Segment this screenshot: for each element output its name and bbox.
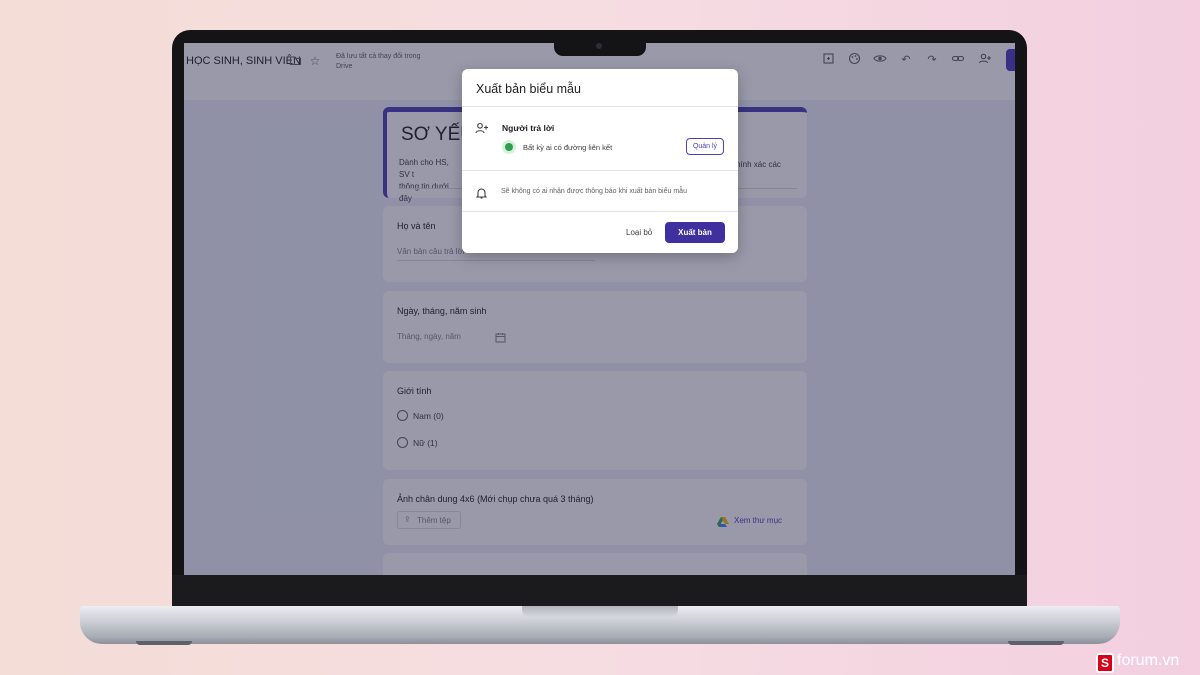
bell-icon [475, 186, 488, 204]
laptop-chin [172, 575, 1027, 608]
globe-icon [502, 140, 516, 154]
laptop-foot [1008, 641, 1064, 645]
dialog-title: Xuất bản biểu mẫu [476, 82, 581, 96]
laptop-lid-notch [522, 606, 678, 618]
publish-dialog: Xuất bản biểu mẫu Người trả lời Bất kỳ a… [462, 69, 738, 253]
divider [462, 170, 738, 171]
camera-icon [596, 43, 602, 49]
notify-text: Sẽ không có ai nhận được thông báo khi x… [501, 188, 687, 195]
discard-button[interactable]: Loại bỏ [626, 228, 652, 237]
divider [462, 106, 738, 107]
screen: HỌC SINH, SINH VIÊN ☆ Đã lưu tất cả thay… [184, 43, 1015, 575]
sforum-logo-icon: S [1096, 653, 1114, 673]
sforum-watermark: S forum.vn [1090, 648, 1200, 675]
responders-label: Người trả lời [502, 123, 555, 133]
laptop-foot [136, 641, 192, 645]
person-add-icon [475, 121, 489, 139]
manage-button[interactable]: Quản lý [686, 138, 724, 155]
sforum-text: forum.vn [1117, 652, 1180, 669]
link-access-text: Bất kỳ ai có đường liên kết [523, 143, 613, 152]
publish-button[interactable]: Xuất bản [665, 222, 725, 243]
divider [462, 211, 738, 212]
